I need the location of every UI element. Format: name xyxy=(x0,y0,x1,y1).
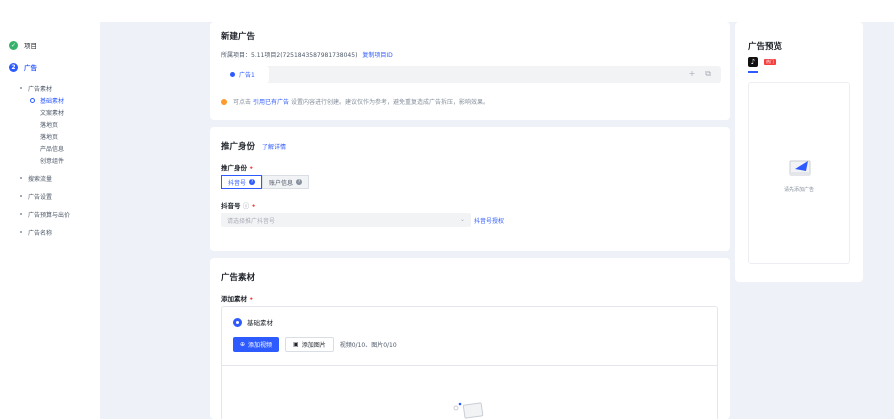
divider xyxy=(222,365,717,366)
project-info: 所属项目：5.11项目2(7251843587981738045) 复制项目ID xyxy=(221,52,393,59)
identity-field-label: 推广身份 • xyxy=(221,164,254,172)
bullet-icon xyxy=(20,87,22,89)
sidebar-item-base-material[interactable]: 基础素材 xyxy=(0,94,100,106)
tiktok-icon[interactable]: ♪ xyxy=(748,57,758,67)
check-icon: ✓ xyxy=(9,40,18,50)
location-pin-icon xyxy=(221,98,227,105)
hot-badge: 热门 xyxy=(764,59,776,65)
help-icon: ⓘ xyxy=(242,202,250,210)
sidebar-item-product-info[interactable]: 产品信息 xyxy=(0,142,100,154)
project-name: 5.11项目2(7251843587981738045) xyxy=(251,52,358,59)
ad-preview-panel: 广告预览 ♪ 热门 请先添加广告 xyxy=(735,22,863,282)
tab-dot-icon xyxy=(230,72,235,77)
copy-tab-icon[interactable]: ⧉ xyxy=(705,69,711,79)
sidebar-item-search-traffic[interactable]: 搜索流量 xyxy=(0,172,100,184)
tab-ad-1[interactable]: 广告1 xyxy=(221,66,269,83)
sidebar-item-ad-material[interactable]: 广告素材 xyxy=(0,82,100,94)
option-douyin[interactable]: 抖音号 ? xyxy=(221,175,263,189)
learn-more-link[interactable]: 了解详情 xyxy=(262,144,286,151)
add-material-label: 添加素材 • xyxy=(221,295,254,303)
material-card: 广告素材 添加素材 • 基础素材 ⊕ 添加视频 ▣ 添加图片 视频0/10、图片… xyxy=(210,258,730,419)
material-title: 广告素材 xyxy=(221,273,256,283)
radio-checked-icon xyxy=(233,317,242,327)
sidebar-item-budget-bid[interactable]: 广告预算与出价 xyxy=(0,208,100,220)
left-sidebar: ✓ 项目 2 广告 广告素材 基础素材 文案素材 落地页 落地页 产品信息 创意… xyxy=(0,22,100,419)
douyin-auth-link[interactable]: 抖音号授权 xyxy=(474,216,504,225)
empty-box-icon xyxy=(789,160,811,176)
preview-title: 广告预览 xyxy=(748,42,783,52)
help-icon: ? xyxy=(249,179,256,185)
step-project[interactable]: ✓ 项目 xyxy=(0,38,100,52)
image-icon: ▣ xyxy=(293,341,299,348)
sidebar-item-ad-settings[interactable]: 广告设置 xyxy=(0,190,100,202)
sidebar-item-creative-component[interactable]: 创意组件 xyxy=(0,154,100,166)
identity-segmented: 抖音号 ? 账户信息 ? xyxy=(221,175,310,189)
step-number-icon: 2 xyxy=(9,62,18,72)
add-video-button[interactable]: ⊕ 添加视频 xyxy=(233,337,280,352)
identity-card: 推广身份 了解详情 推广身份 • 抖音号 ? 账户信息 ? 抖音号 ⓘ • 请选… xyxy=(210,127,730,251)
reference-ad-link[interactable]: 引用已有广告 xyxy=(253,97,289,106)
bullet-icon xyxy=(20,213,22,215)
tab-actions: + ⧉ xyxy=(689,69,711,79)
ad-tab-bar: 广告1 + ⧉ xyxy=(221,66,721,83)
new-ad-card: 新建广告 所属项目：5.11项目2(7251843587981738045) 复… xyxy=(210,22,730,120)
copy-project-id-link[interactable]: 复制项目ID xyxy=(362,52,392,59)
base-material-radio[interactable]: 基础素材 xyxy=(233,317,273,327)
identity-title: 推广身份 了解详情 xyxy=(221,142,286,152)
sidebar-item-ad-name[interactable]: 广告名称 xyxy=(0,226,100,238)
douyin-field-label: 抖音号 ⓘ • xyxy=(221,202,256,210)
help-icon: ? xyxy=(296,179,303,185)
circle-icon xyxy=(30,97,35,103)
sidebar-item-copy-material[interactable]: 文案素材 xyxy=(0,106,100,118)
bullet-icon xyxy=(20,177,22,179)
option-account-info[interactable]: 账户信息 ? xyxy=(262,175,310,189)
step-project-label: 项目 xyxy=(24,42,37,50)
sidebar-item-landing-page[interactable]: 落地页 xyxy=(0,118,100,130)
preview-empty-text: 请先添加广告 xyxy=(783,187,814,193)
step-ad-label: 广告 xyxy=(24,64,37,72)
preview-tabs: ♪ 热门 xyxy=(748,57,776,67)
add-tab-icon[interactable]: + xyxy=(689,69,696,79)
add-image-button[interactable]: ▣ 添加图片 xyxy=(285,337,334,352)
empty-illustration-icon xyxy=(453,402,484,419)
preview-frame: 请先添加广告 xyxy=(748,82,850,264)
bullet-icon xyxy=(20,231,22,233)
tab-underline xyxy=(748,71,758,73)
chevron-down-icon: ⌄ xyxy=(459,216,465,223)
material-actions: ⊕ 添加视频 ▣ 添加图片 视频0/10、图片0/10 xyxy=(233,337,397,352)
step-ad[interactable]: 2 广告 xyxy=(0,60,100,74)
plus-circle-icon: ⊕ xyxy=(240,341,246,348)
new-ad-title: 新建广告 xyxy=(221,32,256,42)
sidebar-item-landing-page-2[interactable]: 落地页 xyxy=(0,130,100,142)
bullet-icon xyxy=(20,195,22,197)
reference-tip: 可点击 引用已有广告 设置内容进行创建。建议仅作为参考，避免重复造成广告拆压，影… xyxy=(221,97,489,106)
top-bar xyxy=(0,0,894,22)
douyin-select[interactable]: 请选择推广抖音号 ⌄ xyxy=(221,213,471,227)
material-count: 视频0/10、图片0/10 xyxy=(339,342,397,349)
material-box: 基础素材 ⊕ 添加视频 ▣ 添加图片 视频0/10、图片0/10 xyxy=(221,306,718,419)
